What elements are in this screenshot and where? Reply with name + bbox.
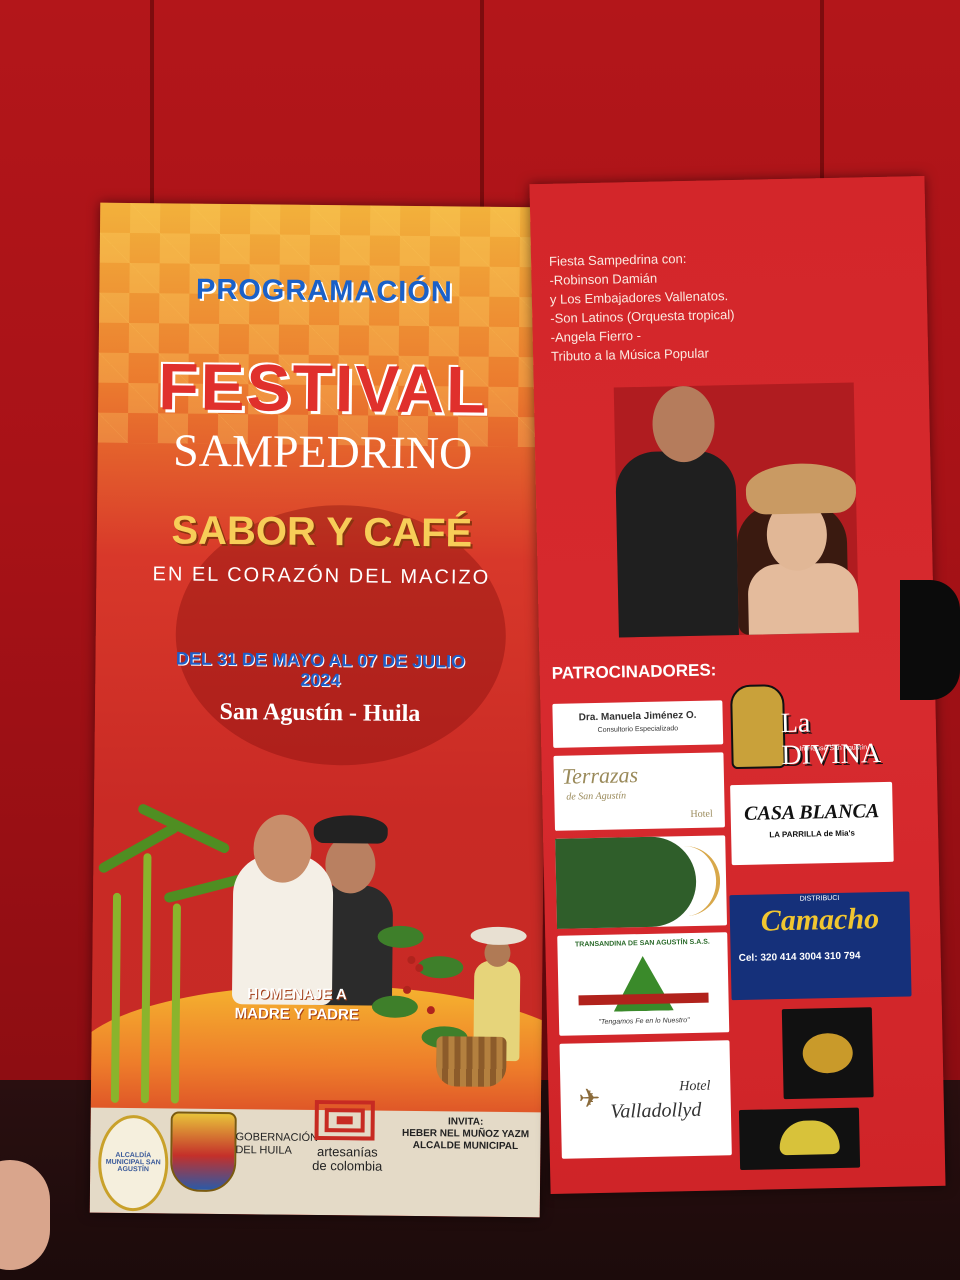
sponsor-manuela: Dra. Manuela Jiménez O. Consultorio Espe… xyxy=(552,700,724,748)
terrazas-line-1: Terrazas xyxy=(561,762,639,789)
artesanias-text: artesanías de colombia xyxy=(302,1144,392,1174)
invita-text: INVITA: HEBER NEL MUÑOZ YAZM ALCALDE MUN… xyxy=(390,1116,540,1154)
homenaje-text: HOMENAJE A MADRE Y PADRE xyxy=(222,984,372,1026)
singer-woman-hat xyxy=(745,462,857,515)
casa-blanca-sub: LA PARRILLA de Mia's xyxy=(769,828,856,840)
invita-line-3: ALCALDE MUNICIPAL xyxy=(412,1139,519,1153)
coffee-leaf xyxy=(417,956,464,979)
dates-line-2: 2024 xyxy=(300,669,341,691)
gobernacion-line-1: GOBERNACIÓN xyxy=(235,1131,319,1145)
gold-badge-icon xyxy=(802,1032,854,1074)
transandina-name: TRANSANDINA DE SAN AGUSTÍN S.A.S. xyxy=(574,938,710,949)
valladolid-hotel: Hotel xyxy=(679,1078,711,1095)
camacho-title: Camacho xyxy=(760,902,880,938)
flyer-back-panel: Fiesta Sampedrina con: -Robinson Damián … xyxy=(529,175,946,1195)
flyer-front-panel: PROGRAMACIÓN FESTIVAL SAMPEDRINO SABOR Y… xyxy=(89,202,551,1218)
artists-photo xyxy=(613,382,859,638)
sponsor-camacho: DISTRIBUCI Camacho Cel: 320 414 3004 310… xyxy=(729,891,912,1001)
gold-arc xyxy=(675,845,721,917)
seal-text: ALCALDÍA MUNICIPAL SAN AGUSTÍN xyxy=(105,1151,161,1174)
farmer-hat xyxy=(470,926,527,946)
sponsor-black-logo-2 xyxy=(738,1107,861,1171)
sponsors-title: PATROCINADORES: xyxy=(551,660,717,683)
manuela-name: Dra. Manuela Jiménez O. xyxy=(578,709,697,724)
coffee-leaf xyxy=(371,995,419,1019)
coffee-leaf xyxy=(377,925,424,949)
singer-woman-body xyxy=(747,562,859,635)
terrazas-hotel: Hotel xyxy=(690,808,713,821)
coffee-berry xyxy=(415,964,424,973)
coffee-basket xyxy=(436,1036,507,1087)
sabor-cafe-subtitle: SABOR Y CAFÉ xyxy=(171,508,473,556)
divina-title: La DIVINA xyxy=(780,707,882,772)
yellow-badge-icon xyxy=(779,1119,840,1156)
homenaje-line-2: MADRE Y PADRE xyxy=(234,1005,359,1024)
sponsor-black-logo xyxy=(781,1007,874,1100)
casa-blanca-title: CASA BLANCA xyxy=(743,800,880,825)
singer-man-body xyxy=(615,449,739,638)
coffee-berry xyxy=(407,955,416,965)
artesanias-line-2: de colombia xyxy=(312,1157,383,1174)
red-swoosh xyxy=(578,992,709,1006)
programacion-title: PROGRAMACIÓN xyxy=(195,273,453,309)
elder-man-head xyxy=(325,835,376,894)
artesanias-logo-icon xyxy=(314,1099,375,1141)
divina-idol-icon xyxy=(730,684,786,770)
transandina-slogan: "Tengamos Fe en lo Nuestro" xyxy=(598,1017,690,1026)
black-strap xyxy=(900,580,960,700)
festival-title: FESTIVAL xyxy=(157,349,489,427)
sponsor-valladolid: ✈ Hotel Valladollyd xyxy=(559,1040,732,1159)
divina-sub: In House San Agustín xyxy=(799,744,868,753)
coffee-berry xyxy=(426,1006,435,1015)
festival-dates: DEL 31 DE MAYO AL 07 DE JULIO 2024 xyxy=(95,648,545,693)
homenaje-line-1: HOMENAJE A xyxy=(247,985,347,1004)
corazon-tagline: EN EL CORAZÓN DEL MACIZO xyxy=(152,563,491,589)
valladolid-name: Valladollyd xyxy=(610,1098,702,1123)
sponsor-divina: La DIVINA In House San Agustín xyxy=(730,681,907,775)
cane-leaf xyxy=(96,821,181,875)
elder-man-hat xyxy=(313,814,388,844)
huila-crest xyxy=(169,1111,237,1193)
lineup-text: Fiesta Sampedrina con: -Robinson Damián … xyxy=(549,244,911,366)
sponsor-transandina: TRANSANDINA DE SAN AGUSTÍN S.A.S. "Tenga… xyxy=(557,932,730,1036)
manuela-sub: Consultorio Especializado xyxy=(597,725,679,734)
coffee-berry xyxy=(403,985,412,994)
sponsor-green xyxy=(555,835,728,929)
sampedrino-title: SAMPEDRINO xyxy=(172,424,473,479)
sponsor-terrazas: Terrazas de San Agustín Hotel xyxy=(553,752,725,831)
sponsor-casa-blanca: CASA BLANCA LA PARRILLA de Mia's xyxy=(730,781,894,866)
camacho-cel: Cel: 320 414 3004 310 794 xyxy=(738,950,861,965)
terrazas-line-2: de San Agustín xyxy=(566,790,627,803)
festival-place: San Agustín - Huila xyxy=(219,698,421,728)
